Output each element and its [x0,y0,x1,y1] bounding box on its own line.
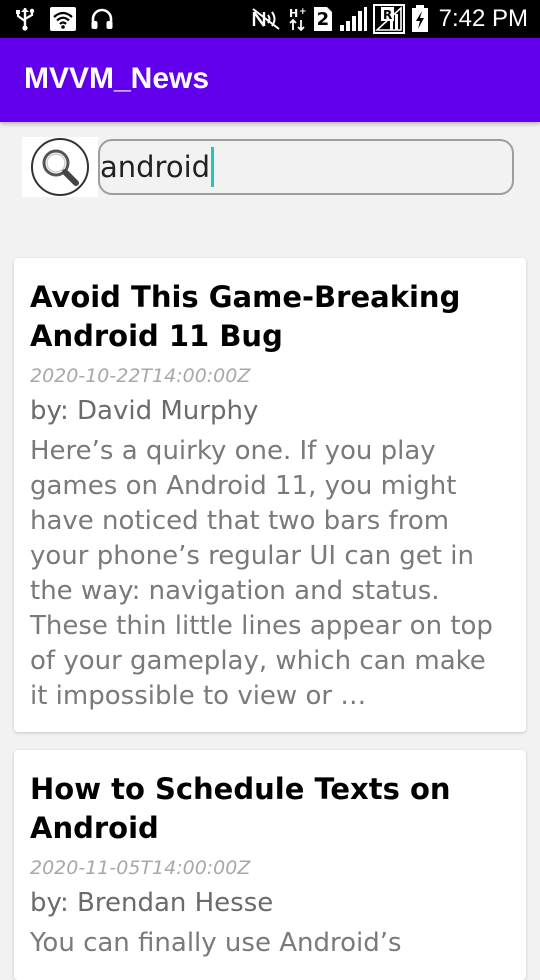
search-row: android [22,137,518,199]
status-bar: H + 2 R [0,0,540,38]
article-description: Here’s a quirky one. If you play games o… [30,436,493,711]
nfc-icon [251,7,281,31]
wifi-icon [50,7,76,31]
svg-text:+: + [299,7,307,17]
status-time: 7:42 PM [438,5,528,32]
svg-text:H: H [289,7,298,20]
search-input[interactable]: android [98,139,514,195]
data-arrows-icon: H + [287,6,307,32]
search-icon[interactable] [22,137,98,197]
headphones-icon [90,7,114,31]
sim-2-icon: 2 [313,6,333,32]
text-cursor [211,147,215,187]
roaming-signal-icon: R [372,4,405,34]
article-author: by: David Murphy [30,396,259,426]
svg-text:R: R [383,8,392,22]
usb-icon [14,7,36,31]
battery-charging-icon [411,5,429,33]
article-title: How to Schedule Texts on Android [30,772,451,845]
article-author: by: Brendan Hesse [30,888,274,918]
article-date: 2020-11-05T14:00:00Z [30,857,251,879]
status-bar-left [14,0,114,38]
article-date: 2020-10-22T14:00:00Z [30,365,251,387]
signal-icon [339,6,367,32]
app-bar: MVVM_News [0,38,540,122]
article-card[interactable]: How to Schedule Texts on Android 2020-11… [14,750,526,980]
status-bar-right: H + 2 R [251,0,528,38]
article-description: You can finally use Android’s [30,928,402,958]
article-card[interactable]: Avoid This Game-Breaking Android 11 Bug … [14,258,526,732]
search-input-value: android [100,150,211,184]
app-title: MVVM_News [24,62,210,95]
article-title: Avoid This Game-Breaking Android 11 Bug [30,280,461,353]
